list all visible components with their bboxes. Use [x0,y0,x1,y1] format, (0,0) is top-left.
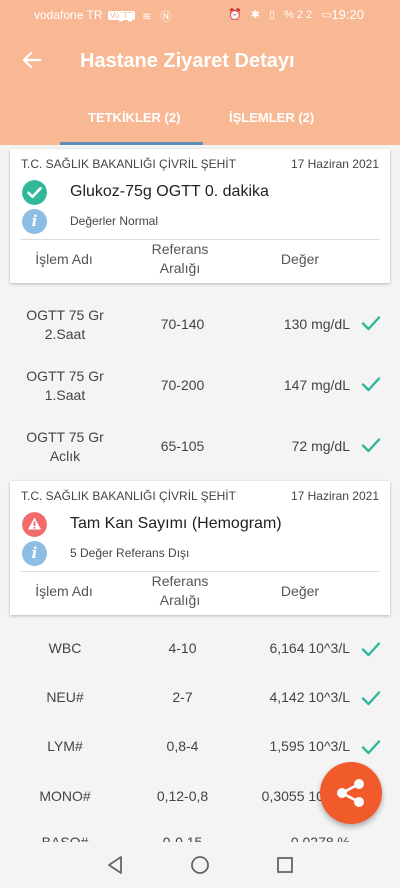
test-card[interactable]: T.C. SAĞLIK BAKANLIĞI ÇİVRİL ŞEHİT 17 Ha… [10,481,390,615]
row-name: OGTT 75 Gr 1.Saat [26,368,104,403]
tab-tetkikler[interactable]: TETKİKLER (2) [88,110,180,125]
check-circle-icon [22,180,47,205]
test-summary: Değerler Normal [70,214,159,228]
share-icon [337,779,364,807]
row-name: NEU# [46,689,84,705]
row-value: 6,164 10^3/L [269,640,350,656]
row-range: 65-105 [160,438,205,454]
clock: 19:20 [331,7,364,22]
table-row: OGTT 75 Gr 1.Saat 70-200 147 mg/dL [0,367,400,427]
row-value: 4,142 10^3/L [269,689,350,705]
nav-back-icon[interactable] [104,854,126,876]
test-date: 17 Haziran 2021 [290,489,379,503]
test-card[interactable]: T.C. SAĞLIK BAKANLIĞI ÇİVRİL ŞEHİT 17 Ha… [10,149,390,283]
header-deger: Değer [280,251,320,267]
institution-name: T.C. SAĞLIK BAKANLIĞI ÇİVRİL ŞEHİT [21,489,236,503]
share-button[interactable] [320,762,382,824]
row-value: 72 mg/dL [291,438,350,454]
test-summary: 5 Değer Referans Dışı [70,546,190,560]
signal-icon: ▮▮ ≋ Ⓝ [118,11,175,23]
check-icon [361,642,381,657]
warning-circle-icon [22,512,47,537]
system-nav-bar [0,842,400,888]
page-title: Hastane Ziyaret Detayı [80,50,295,72]
row-name: MONO# [39,788,91,804]
row-range: 70-140 [160,316,205,332]
status-bar: vodafone TR VoLTE ▮▮ ≋ Ⓝ ⏰ ✱ ▯ %22 ▭ 19:… [0,0,400,30]
nav-recents-icon[interactable] [274,854,296,876]
header-islem-adi: İşlem Adı [35,583,93,599]
test-name: Tam Kan Sayımı (Hemogram) [70,515,282,532]
table-row: OGTT 75 Gr 2.Saat 70-140 130 mg/dL [0,306,400,366]
header-referans: Referans Aralığı [151,573,209,608]
row-name: OGTT 75 Gr 2.Saat [26,307,104,342]
row-range: 0,8-4 [166,738,199,754]
row-value: 147 mg/dL [283,377,350,393]
row-range: 2-7 [172,689,193,705]
row-name: LYM# [47,738,83,754]
alarm-icon: ⏰ ✱ ▯ %22 ▭ [228,9,335,21]
battery-percent: %22 [284,9,316,21]
test-date: 17 Haziran 2021 [290,157,379,171]
header-deger: Değer [280,583,320,599]
row-name: OGTT 75 Gr Aclık [26,429,104,464]
row-value: 130 mg/dL [283,316,350,332]
row-value: 1,595 10^3/L [269,738,350,754]
header-referans: Referans Aralığı [151,241,209,276]
tab-indicator [60,142,203,145]
check-icon [361,438,381,453]
nav-home-icon[interactable] [189,854,211,876]
check-icon [361,740,381,755]
header-islem-adi: İşlem Adı [35,251,93,267]
test-name: Glukoz-75g OGTT 0. dakika [70,183,269,200]
check-icon [361,691,381,706]
info-icon: i [22,541,47,566]
check-icon [361,377,381,392]
check-icon [361,316,381,331]
row-name: WBC [48,640,82,656]
row-range: 4-10 [168,640,197,656]
tab-islemler[interactable]: İŞLEMLER (2) [229,110,314,125]
table-row: OGTT 75 Gr Aclık 65-105 72 mg/dL [0,428,400,488]
row-range: 70-200 [160,377,205,393]
app-bar: Hastane Ziyaret Detayı TETKİKLER (2) İŞL… [0,30,400,145]
arrow-left-icon[interactable] [20,48,44,72]
institution-name: T.C. SAĞLIK BAKANLIĞI ÇİVRİL ŞEHİT [21,157,236,171]
info-icon: i [22,209,47,234]
row-range: 0,12-0,8 [156,788,209,804]
